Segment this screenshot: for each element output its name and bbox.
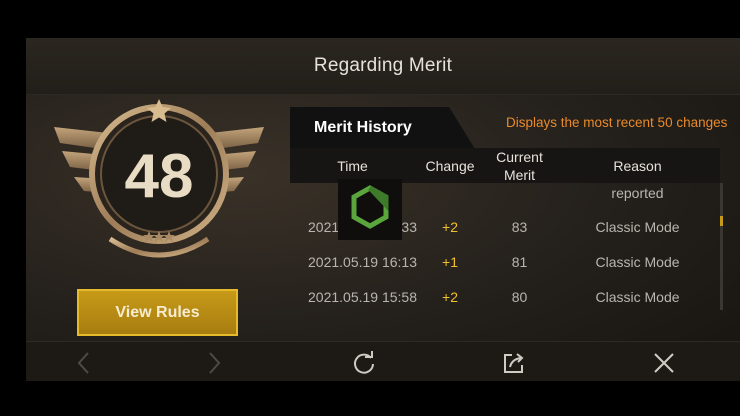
table-header: Time Change Current Merit Reason [290, 148, 720, 183]
close-icon[interactable] [651, 350, 677, 376]
row-merit: 80 [511, 289, 528, 305]
row-reason: Classic Mode [595, 219, 680, 235]
tab-merit-history[interactable]: Merit History [290, 107, 475, 149]
row-reason: Classic Mode [595, 254, 680, 270]
row-reason: Classic Mode [595, 289, 680, 305]
row-merit: 81 [511, 254, 528, 270]
chevron-right-icon[interactable] [201, 350, 227, 376]
refresh-icon[interactable] [351, 350, 377, 376]
panel-header: Regarding Merit [26, 38, 740, 95]
col-current-merit: Current Merit [496, 149, 543, 183]
tab-label: Merit History [314, 119, 412, 136]
hexagon-loading-icon [351, 185, 389, 229]
col-change: Change [425, 158, 475, 174]
row-change: +1 [442, 254, 458, 270]
loading-overlay [338, 179, 402, 240]
table-row: 2021.05.19 15:58 +2 80 Classic Mode [290, 280, 720, 313]
view-rules-button[interactable]: View Rules [77, 289, 238, 336]
history-note: Displays the most recent 50 changes [506, 115, 728, 130]
history-scrollbar[interactable] [720, 183, 723, 310]
row-change: +2 [442, 289, 458, 305]
col-time: Time [337, 158, 368, 174]
bottom-toolbar [26, 341, 740, 381]
scroll-thumb[interactable] [720, 216, 723, 226]
row-change: +2 [442, 219, 458, 235]
row-reason: reported [611, 185, 664, 201]
col-reason: Reason [613, 158, 662, 174]
merit-badge: 48 [54, 99, 264, 269]
merit-score: 48 [125, 142, 194, 211]
row-time: 2021.05.19 16:13 [308, 254, 417, 270]
chevron-left-icon[interactable] [71, 350, 97, 376]
merit-panel: Regarding Merit 48 View Rules Merit Hist… [26, 38, 740, 381]
share-icon[interactable] [501, 350, 527, 376]
row-merit: 83 [511, 219, 528, 235]
page-title: Regarding Merit [313, 55, 453, 76]
row-time: 2021.05.19 15:58 [308, 289, 417, 305]
table-row: 2021.05.19 16:13 +1 81 Classic Mode [290, 245, 720, 280]
